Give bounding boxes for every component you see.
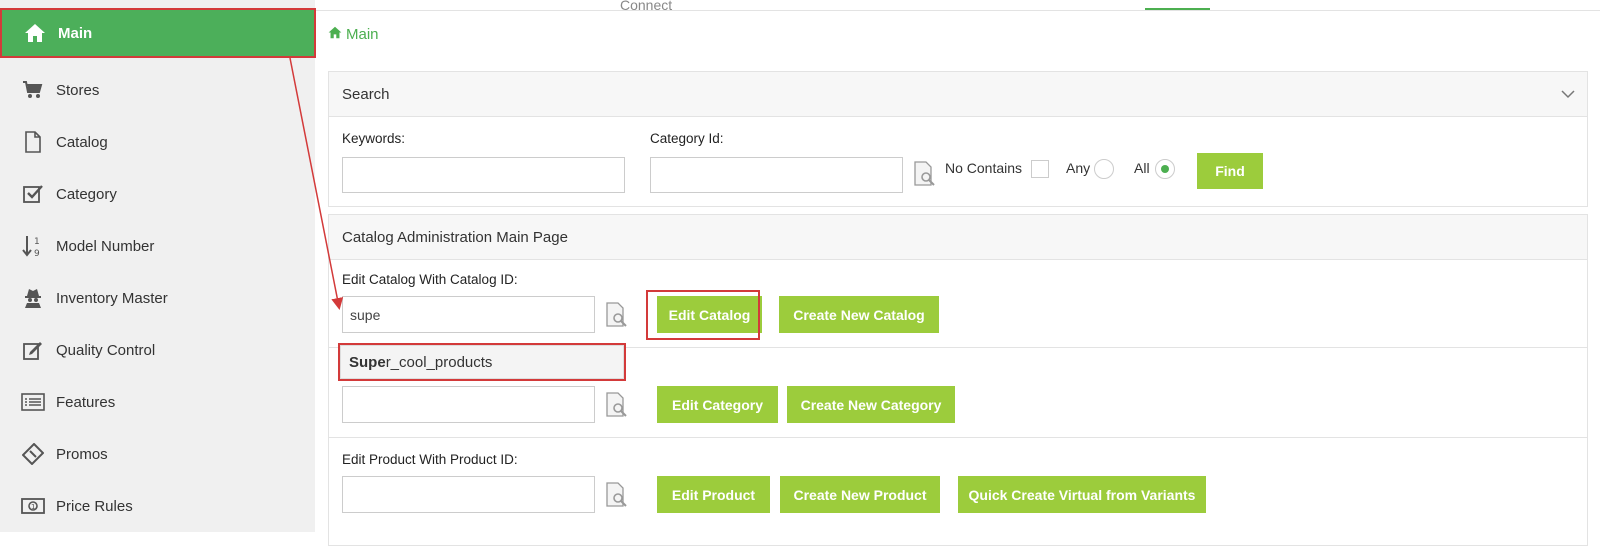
chevron-down-icon[interactable] — [1561, 86, 1575, 104]
sort-numeric-icon: 19 — [18, 234, 48, 258]
sidebar-item-promos[interactable]: Promos — [0, 428, 315, 480]
file-icon — [18, 130, 48, 154]
sidebar-item-label: Features — [56, 393, 116, 411]
sidebar: Main Stores Catalog Category 19 Model Nu… — [0, 0, 315, 532]
any-radio[interactable] — [1094, 159, 1114, 179]
user-secret-icon — [18, 286, 48, 310]
sidebar-item-label: Category — [56, 185, 117, 203]
keywords-input[interactable] — [342, 157, 625, 193]
catalog-admin-title: Catalog Administration Main Page — [342, 228, 568, 246]
active-tab-indicator — [1145, 8, 1210, 10]
sidebar-item-features[interactable]: Features — [0, 376, 315, 428]
sidebar-item-main[interactable]: Main — [2, 10, 314, 56]
ticket-icon — [18, 442, 48, 466]
sidebar-item-label: Stores — [56, 81, 100, 99]
breadcrumb-label: Main — [346, 26, 379, 43]
row-divider — [329, 437, 1587, 438]
edit-catalog-highlight — [646, 290, 760, 340]
search-panel-title: Search — [342, 85, 390, 103]
quick-create-virtual-button[interactable]: Quick Create Virtual from Variants — [958, 476, 1206, 513]
sidebar-item-label: Model Number — [56, 237, 155, 255]
home-icon — [328, 26, 342, 43]
keywords-label: Keywords: — [342, 131, 406, 146]
sidebar-item-price-rules[interactable]: 1 Price Rules — [0, 480, 315, 532]
checkbox-icon — [18, 182, 48, 206]
create-category-button[interactable]: Create New Category — [787, 386, 955, 423]
sidebar-item-category[interactable]: Category — [0, 168, 315, 220]
list-icon — [18, 390, 48, 414]
search-panel-header[interactable]: Search — [329, 72, 1587, 117]
lookup-icon[interactable] — [605, 392, 629, 418]
edit-icon — [18, 338, 48, 362]
catalog-admin-panel: Catalog Administration Main Page Edit Ca… — [328, 214, 1588, 546]
sidebar-item-catalog[interactable]: Catalog — [0, 116, 315, 168]
search-panel: Search Keywords: Category Id: No Contain… — [328, 71, 1588, 207]
breadcrumb[interactable]: Main — [328, 26, 379, 43]
all-label: All — [1134, 160, 1150, 176]
create-product-button[interactable]: Create New Product — [780, 476, 940, 513]
suggestion-match: Supe — [349, 353, 386, 371]
sidebar-item-label: Quality Control — [56, 341, 156, 359]
sidebar-item-stores[interactable]: Stores — [0, 64, 315, 116]
home-icon — [20, 21, 50, 45]
edit-category-button[interactable]: Edit Category — [657, 386, 778, 423]
suggestion-rest: r_cool_products — [385, 353, 493, 371]
svg-text:9: 9 — [34, 249, 40, 258]
category-id-label: Category Id: — [650, 131, 724, 146]
top-navbar: Connect — [315, 0, 1600, 13]
autocomplete-suggestion[interactable]: Supe r_cool_products — [340, 345, 624, 379]
cart-icon — [18, 78, 48, 102]
edit-catalog-label: Edit Catalog With Catalog ID: — [342, 272, 518, 287]
sidebar-item-model-number[interactable]: 19 Model Number — [0, 220, 315, 272]
sidebar-item-label: Main — [58, 24, 93, 42]
create-catalog-button[interactable]: Create New Catalog — [779, 296, 939, 333]
sidebar-item-inventory-master[interactable]: Inventory Master — [0, 272, 315, 324]
lookup-icon[interactable] — [913, 161, 937, 187]
edit-product-button[interactable]: Edit Product — [657, 476, 770, 513]
category-id-input-admin[interactable] — [342, 386, 595, 423]
find-button[interactable]: Find — [1197, 153, 1263, 189]
sidebar-item-label: Catalog — [56, 133, 108, 151]
sidebar-item-label: Inventory Master — [56, 289, 168, 307]
svg-text:1: 1 — [31, 503, 35, 511]
svg-text:1: 1 — [34, 237, 40, 247]
sidebar-item-label: Price Rules — [56, 497, 133, 515]
edit-product-label: Edit Product With Product ID: — [342, 452, 518, 467]
product-id-input[interactable] — [342, 476, 595, 513]
catalog-id-input[interactable] — [342, 296, 595, 333]
any-label: Any — [1066, 160, 1091, 176]
sidebar-item-label: Promos — [56, 445, 108, 463]
catalog-admin-header: Catalog Administration Main Page — [329, 215, 1587, 260]
money-icon: 1 — [18, 494, 48, 518]
lookup-icon[interactable] — [605, 482, 629, 508]
no-contains-checkbox[interactable] — [1031, 160, 1049, 178]
category-id-input[interactable] — [650, 157, 903, 193]
lookup-icon[interactable] — [605, 302, 629, 328]
sidebar-item-quality-control[interactable]: Quality Control — [0, 324, 315, 376]
all-radio[interactable] — [1155, 159, 1175, 179]
no-contains-label: No Contains — [945, 160, 1023, 176]
connect-tab[interactable]: Connect — [620, 0, 672, 13]
